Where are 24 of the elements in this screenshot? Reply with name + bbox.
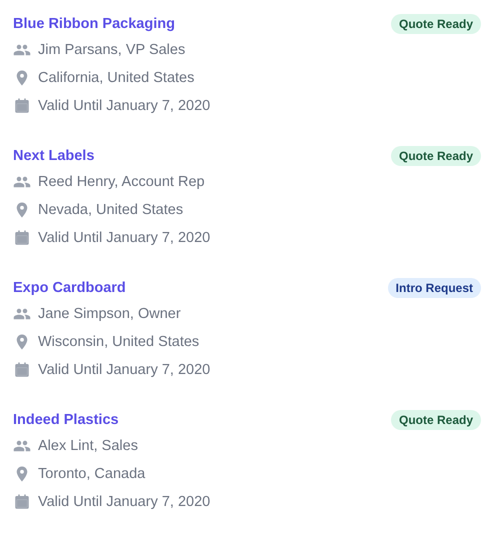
detail-text: Jane Simpson, Owner	[38, 306, 181, 322]
detail-text: Wisconsin, United States	[38, 334, 200, 350]
detail-text: California, United States	[38, 70, 194, 86]
detail-text: Nevada, United States	[38, 202, 184, 218]
detail-text: Alex Lint, Sales	[38, 438, 138, 454]
detail-text: Valid Until January 7, 2020	[38, 362, 210, 378]
status-badge: Quote Ready	[390, 146, 481, 166]
company-link[interactable]: Expo Cardboard	[13, 280, 126, 296]
company-link[interactable]: Next Labels	[13, 148, 94, 164]
status-badge: Intro Request	[388, 278, 481, 298]
calendar-icon	[13, 493, 31, 511]
detail-text: Valid Until January 7, 2020	[38, 98, 210, 114]
company-link[interactable]: Blue Ribbon Packaging	[13, 16, 175, 32]
detail-text: Valid Until January 7, 2020	[38, 230, 210, 246]
status-badge: Quote Ready	[390, 14, 481, 34]
detail-text: Valid Until January 7, 2020	[38, 494, 210, 510]
calendar-icon	[13, 229, 31, 247]
detail-text: Toronto, Canada	[38, 466, 146, 482]
status-badge: Quote Ready	[390, 410, 481, 430]
calendar-icon	[13, 97, 31, 115]
detail-text: Jim Parsans, VP Sales	[38, 42, 186, 58]
company-link[interactable]: Indeed Plastics	[13, 412, 119, 428]
detail-text: Reed Henry, Account Rep	[38, 174, 205, 190]
calendar-icon	[13, 361, 31, 379]
